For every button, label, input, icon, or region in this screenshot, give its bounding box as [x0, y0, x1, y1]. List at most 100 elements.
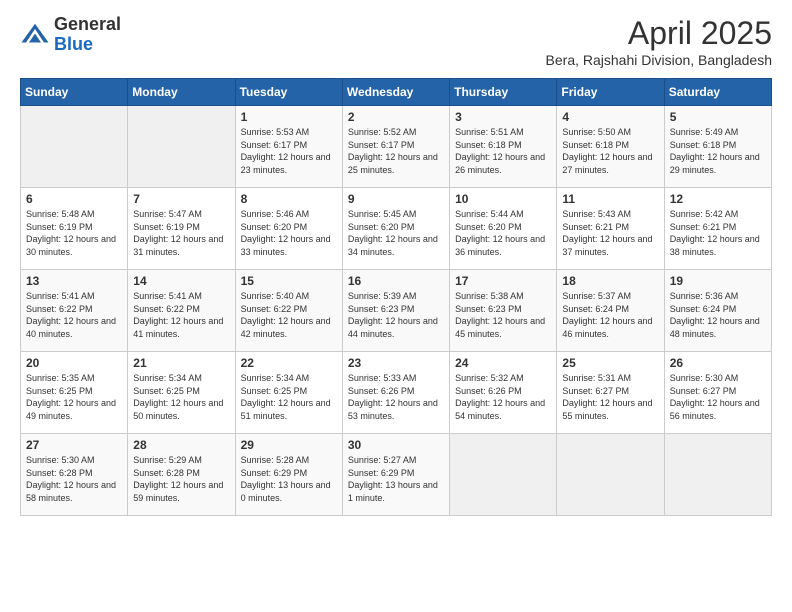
day-number: 1 — [241, 110, 337, 124]
main-title: April 2025 — [546, 15, 772, 52]
day-info: Sunrise: 5:36 AM Sunset: 6:24 PM Dayligh… — [670, 290, 766, 340]
calendar-cell: 27 Sunrise: 5:30 AM Sunset: 6:28 PM Dayli… — [21, 434, 128, 516]
day-number: 17 — [455, 274, 551, 288]
calendar-cell: 7 Sunrise: 5:47 AM Sunset: 6:19 PM Daylig… — [128, 188, 235, 270]
calendar-cell: 8 Sunrise: 5:46 AM Sunset: 6:20 PM Daylig… — [235, 188, 342, 270]
day-info: Sunrise: 5:33 AM Sunset: 6:26 PM Dayligh… — [348, 372, 444, 422]
weekday-header-monday: Monday — [128, 79, 235, 106]
day-number: 26 — [670, 356, 766, 370]
day-info: Sunrise: 5:29 AM Sunset: 6:28 PM Dayligh… — [133, 454, 229, 504]
day-info: Sunrise: 5:31 AM Sunset: 6:27 PM Dayligh… — [562, 372, 658, 422]
calendar-cell: 12 Sunrise: 5:42 AM Sunset: 6:21 PM Dayli… — [664, 188, 771, 270]
day-number: 18 — [562, 274, 658, 288]
day-info: Sunrise: 5:40 AM Sunset: 6:22 PM Dayligh… — [241, 290, 337, 340]
day-number: 6 — [26, 192, 122, 206]
calendar-cell: 2Sunrise: 5:52 AM Sunset: 6:17 PM Daylig… — [342, 106, 449, 188]
day-info: Sunrise: 5:34 AM Sunset: 6:25 PM Dayligh… — [133, 372, 229, 422]
calendar-cell: 4Sunrise: 5:50 AM Sunset: 6:18 PM Daylig… — [557, 106, 664, 188]
day-info: Sunrise: 5:43 AM Sunset: 6:21 PM Dayligh… — [562, 208, 658, 258]
calendar-cell: 5 Sunrise: 5:49 AM Sunset: 6:18 PM Daylig… — [664, 106, 771, 188]
day-number: 8 — [241, 192, 337, 206]
day-number: 30 — [348, 438, 444, 452]
calendar-cell: 10 Sunrise: 5:44 AM Sunset: 6:20 PM Dayli… — [450, 188, 557, 270]
calendar-cell: 29Sunrise: 5:28 AM Sunset: 6:29 PM Dayli… — [235, 434, 342, 516]
day-number: 15 — [241, 274, 337, 288]
weekday-header-wednesday: Wednesday — [342, 79, 449, 106]
day-info: Sunrise: 5:51 AM Sunset: 6:18 PM Dayligh… — [455, 126, 551, 176]
calendar-cell: 24 Sunrise: 5:32 AM Sunset: 6:26 PM Dayli… — [450, 352, 557, 434]
day-number: 20 — [26, 356, 122, 370]
calendar-cell: 18Sunrise: 5:37 AM Sunset: 6:24 PM Dayli… — [557, 270, 664, 352]
day-info: Sunrise: 5:41 AM Sunset: 6:22 PM Dayligh… — [26, 290, 122, 340]
weekday-header-row: SundayMondayTuesdayWednesdayThursdayFrid… — [21, 79, 772, 106]
calendar-cell: 1 Sunrise: 5:53 AM Sunset: 6:17 PM Daylig… — [235, 106, 342, 188]
day-number: 23 — [348, 356, 444, 370]
day-info: Sunrise: 5:44 AM Sunset: 6:20 PM Dayligh… — [455, 208, 551, 258]
calendar-cell: 26 Sunrise: 5:30 AM Sunset: 6:27 PM Dayli… — [664, 352, 771, 434]
calendar-cell: 28 Sunrise: 5:29 AM Sunset: 6:28 PM Dayli… — [128, 434, 235, 516]
day-number: 16 — [348, 274, 444, 288]
day-info: Sunrise: 5:49 AM Sunset: 6:18 PM Dayligh… — [670, 126, 766, 176]
day-info: Sunrise: 5:46 AM Sunset: 6:20 PM Dayligh… — [241, 208, 337, 258]
calendar-cell: 19 Sunrise: 5:36 AM Sunset: 6:24 PM Dayli… — [664, 270, 771, 352]
header: General Blue April 2025 Bera, Rajshahi D… — [20, 15, 772, 68]
calendar-cell: 17Sunrise: 5:38 AM Sunset: 6:23 PM Dayli… — [450, 270, 557, 352]
day-number: 21 — [133, 356, 229, 370]
day-number: 4 — [562, 110, 658, 124]
day-info: Sunrise: 5:42 AM Sunset: 6:21 PM Dayligh… — [670, 208, 766, 258]
day-info: Sunrise: 5:27 AM Sunset: 6:29 PM Dayligh… — [348, 454, 444, 504]
weekday-header-friday: Friday — [557, 79, 664, 106]
day-number: 12 — [670, 192, 766, 206]
day-info: Sunrise: 5:48 AM Sunset: 6:19 PM Dayligh… — [26, 208, 122, 258]
day-info: Sunrise: 5:32 AM Sunset: 6:26 PM Dayligh… — [455, 372, 551, 422]
day-info: Sunrise: 5:53 AM Sunset: 6:17 PM Dayligh… — [241, 126, 337, 176]
day-number: 9 — [348, 192, 444, 206]
day-number: 2 — [348, 110, 444, 124]
day-info: Sunrise: 5:34 AM Sunset: 6:25 PM Dayligh… — [241, 372, 337, 422]
day-number: 7 — [133, 192, 229, 206]
week-row-4: 20 Sunrise: 5:35 AM Sunset: 6:25 PM Dayli… — [21, 352, 772, 434]
title-block: April 2025 Bera, Rajshahi Division, Bang… — [546, 15, 772, 68]
calendar-body: 1 Sunrise: 5:53 AM Sunset: 6:17 PM Daylig… — [21, 106, 772, 516]
logo-blue-text: Blue — [54, 34, 93, 54]
week-row-3: 13 Sunrise: 5:41 AM Sunset: 6:22 PM Dayli… — [21, 270, 772, 352]
subtitle: Bera, Rajshahi Division, Bangladesh — [546, 52, 772, 68]
calendar-cell — [557, 434, 664, 516]
day-number: 22 — [241, 356, 337, 370]
calendar-cell: 9 Sunrise: 5:45 AM Sunset: 6:20 PM Daylig… — [342, 188, 449, 270]
day-info: Sunrise: 5:45 AM Sunset: 6:20 PM Dayligh… — [348, 208, 444, 258]
calendar-cell: 11 Sunrise: 5:43 AM Sunset: 6:21 PM Dayli… — [557, 188, 664, 270]
day-number: 28 — [133, 438, 229, 452]
day-info: Sunrise: 5:30 AM Sunset: 6:28 PM Dayligh… — [26, 454, 122, 504]
calendar-cell: 15 Sunrise: 5:40 AM Sunset: 6:22 PM Dayli… — [235, 270, 342, 352]
calendar-cell: 25 Sunrise: 5:31 AM Sunset: 6:27 PM Dayli… — [557, 352, 664, 434]
day-info: Sunrise: 5:39 AM Sunset: 6:23 PM Dayligh… — [348, 290, 444, 340]
day-number: 13 — [26, 274, 122, 288]
calendar-cell — [450, 434, 557, 516]
day-number: 19 — [670, 274, 766, 288]
week-row-2: 6 Sunrise: 5:48 AM Sunset: 6:19 PM Daylig… — [21, 188, 772, 270]
page: General Blue April 2025 Bera, Rajshahi D… — [0, 0, 792, 612]
day-info: Sunrise: 5:41 AM Sunset: 6:22 PM Dayligh… — [133, 290, 229, 340]
weekday-header-tuesday: Tuesday — [235, 79, 342, 106]
calendar-cell — [128, 106, 235, 188]
calendar-cell: 13 Sunrise: 5:41 AM Sunset: 6:22 PM Dayli… — [21, 270, 128, 352]
weekday-header-sunday: Sunday — [21, 79, 128, 106]
day-number: 11 — [562, 192, 658, 206]
logo-general-text: General — [54, 14, 121, 34]
day-info: Sunrise: 5:35 AM Sunset: 6:25 PM Dayligh… — [26, 372, 122, 422]
day-number: 24 — [455, 356, 551, 370]
day-number: 10 — [455, 192, 551, 206]
calendar: SundayMondayTuesdayWednesdayThursdayFrid… — [20, 78, 772, 516]
day-info: Sunrise: 5:30 AM Sunset: 6:27 PM Dayligh… — [670, 372, 766, 422]
logo-text: General Blue — [54, 15, 121, 55]
calendar-cell: 30 Sunrise: 5:27 AM Sunset: 6:29 PM Dayli… — [342, 434, 449, 516]
day-info: Sunrise: 5:47 AM Sunset: 6:19 PM Dayligh… — [133, 208, 229, 258]
day-number: 27 — [26, 438, 122, 452]
logo-icon — [20, 20, 50, 50]
day-number: 25 — [562, 356, 658, 370]
weekday-header-thursday: Thursday — [450, 79, 557, 106]
weekday-header-saturday: Saturday — [664, 79, 771, 106]
day-number: 5 — [670, 110, 766, 124]
day-number: 14 — [133, 274, 229, 288]
